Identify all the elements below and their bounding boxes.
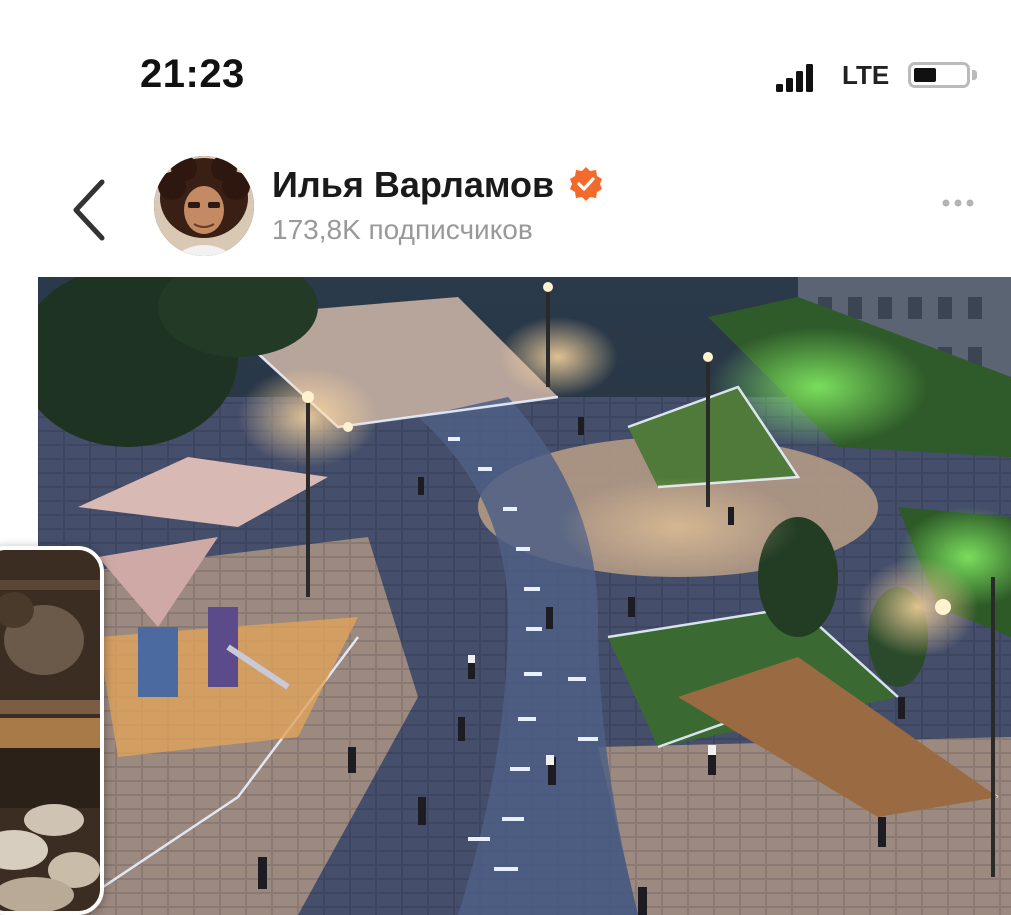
battery-cap xyxy=(972,70,977,80)
channel-header: Илья Варламов 173,8K подписчиков xyxy=(0,130,1011,270)
pip-video-thumbnail[interactable] xyxy=(0,546,104,915)
chevron-left-icon[interactable] xyxy=(62,170,122,250)
post-image[interactable] xyxy=(38,277,1011,915)
signal-bars-icon xyxy=(776,64,813,92)
pip-thumbnail-image xyxy=(0,550,100,911)
verified-badge-icon xyxy=(570,167,602,201)
battery-icon xyxy=(908,62,970,88)
channel-name[interactable]: Илья Варламов xyxy=(272,164,554,206)
avatar-image xyxy=(154,156,254,256)
app-screen: 21:23 LTE Илья Варламов 173,8K подписчик… xyxy=(0,0,1011,915)
plaza-render-illustration xyxy=(38,277,1011,915)
status-time: 21:23 xyxy=(140,52,245,96)
status-bar: 21:23 LTE xyxy=(0,0,1011,120)
network-type: LTE xyxy=(842,60,890,90)
more-horizontal-icon[interactable] xyxy=(930,188,986,218)
subscriber-count: 173,8K подписчиков xyxy=(272,214,533,245)
avatar[interactable] xyxy=(154,156,254,256)
